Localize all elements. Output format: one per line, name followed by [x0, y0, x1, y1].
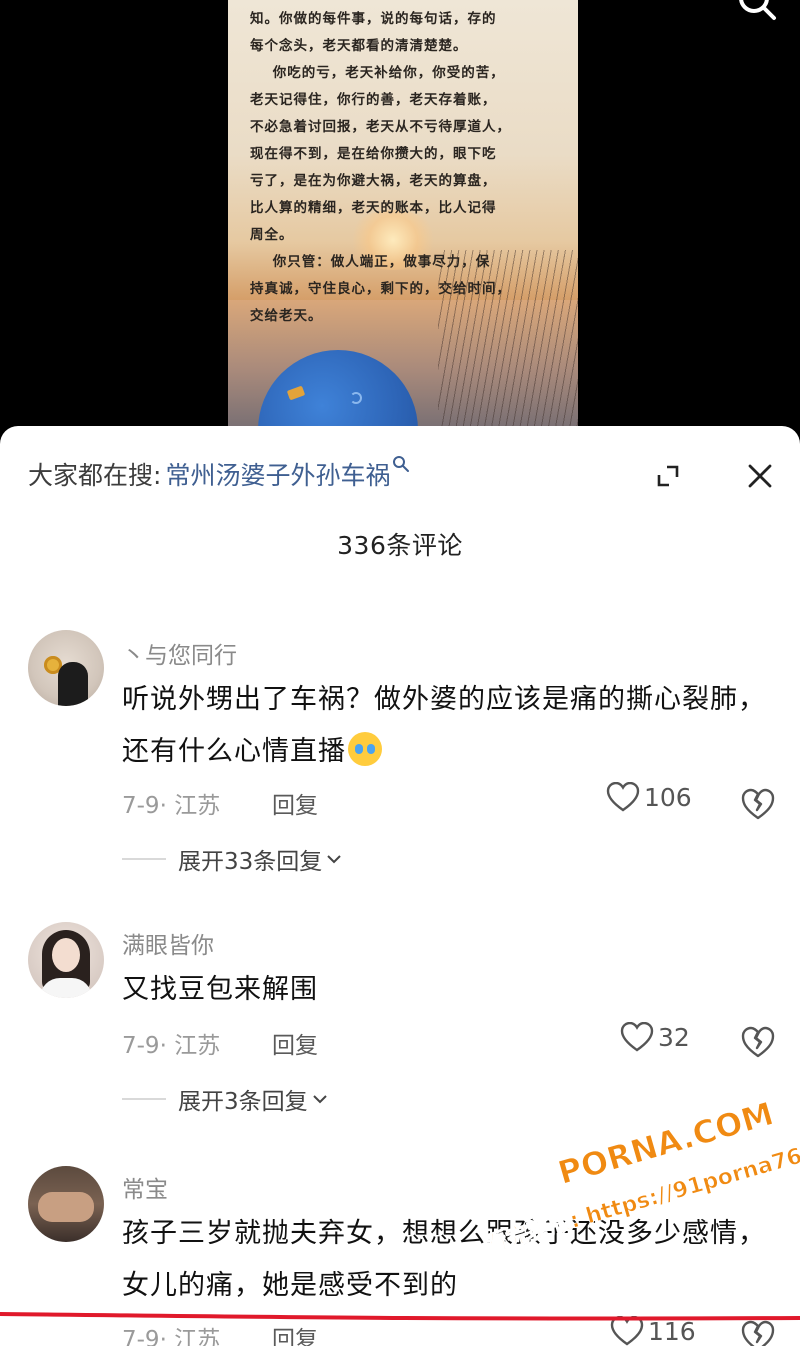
- reply-button[interactable]: 回复: [272, 786, 318, 820]
- sticker-moon: [350, 392, 362, 404]
- comment-text-body: 听说外甥出了车祸？做外婆的应该是痛的撕心裂肺，还有什么心情直播: [122, 684, 766, 767]
- like-count: 32: [658, 1022, 690, 1052]
- video-player[interactable]: 知。你做的每件事，说的每句话，存的 每个念头，老天都看的清清楚楚。 你吃的亏，老…: [0, 0, 800, 440]
- like-button[interactable]: 32: [620, 1022, 690, 1052]
- broken-heart-icon[interactable]: [740, 786, 776, 822]
- comment-username[interactable]: 常宝: [122, 1170, 168, 1204]
- like-button[interactable]: 106: [606, 782, 692, 812]
- video-frame: 知。你做的每件事，说的每句话，存的 每个念头，老天都看的清清楚楚。 你吃的亏，老…: [228, 0, 578, 440]
- hot-search-prefix: 大家都在搜:: [28, 461, 162, 490]
- poem-line: 亏了，是在为你避大祸，老天的算盘，: [250, 173, 497, 189]
- chevron-down-icon: [312, 1095, 327, 1104]
- broken-heart-icon[interactable]: [740, 1024, 776, 1060]
- poem-line: 比人算的精细，老天的账本，比人记得: [250, 200, 497, 216]
- sticker-leaf: [286, 385, 306, 401]
- crying-emoji-icon: [348, 732, 382, 766]
- poem-text: 知。你做的每件事，说的每句话，存的 每个念头，老天都看的清清楚楚。 你吃的亏，老…: [250, 6, 560, 330]
- search-icon: [393, 456, 410, 472]
- divider: [122, 858, 166, 860]
- app-screen: 知。你做的每件事，说的每句话，存的 每个念头，老天都看的清清楚楚。 你吃的亏，老…: [0, 0, 800, 1346]
- poem-line: 老天记得住，你行的善，老天存着账，: [250, 92, 497, 108]
- close-icon: [748, 464, 772, 488]
- poem-line: 每个念头，老天都看的清清楚楚。: [250, 38, 468, 54]
- avatar-face: [52, 938, 80, 972]
- hot-search-term[interactable]: 常州汤婆子外孙车祸: [165, 456, 390, 492]
- poem-line: 不必急着讨回报，老天从不亏待厚道人，: [250, 119, 511, 135]
- avatar-hands: [38, 1192, 94, 1222]
- like-count: 106: [644, 782, 692, 812]
- expand-replies-button[interactable]: 展开33条回复: [122, 842, 342, 876]
- divider: [122, 1098, 166, 1100]
- comment-count: 336条评论: [337, 531, 463, 560]
- comment-username[interactable]: 丶与您同行: [122, 636, 237, 670]
- comment-date-location: 7-9· 江苏: [122, 793, 221, 819]
- poem-line: 周全。: [250, 227, 294, 243]
- fullscreen-button[interactable]: [650, 458, 686, 494]
- comment-date-location: 7-9· 江苏: [122, 1033, 221, 1059]
- avatar-figure: [58, 662, 88, 706]
- comment-username[interactable]: 满眼皆你: [122, 926, 214, 960]
- close-button[interactable]: [740, 456, 780, 496]
- hot-search-bar[interactable]: 大家都在搜: 常州汤婆子外孙车祸: [28, 456, 410, 492]
- red-underline-annotation: [0, 1312, 800, 1321]
- comment-text: 又找豆包来解围: [122, 974, 318, 1005]
- avatar[interactable]: [28, 922, 104, 998]
- expand-replies-label: 展开3条回复: [178, 1089, 308, 1115]
- poem-line: 持真诚，守住良心，剩下的，交给时间，: [250, 281, 511, 297]
- avatar[interactable]: [28, 1166, 104, 1242]
- avatar[interactable]: [28, 630, 104, 706]
- expand-replies-label: 展开33条回复: [178, 849, 323, 875]
- poem-line: 知。你做的每件事，说的每句话，存的: [250, 11, 497, 27]
- reply-button[interactable]: 回复: [272, 1026, 318, 1060]
- heart-icon: [620, 1022, 654, 1052]
- search-icon[interactable]: [734, 0, 778, 28]
- poem-line: 你吃的亏，老天补给你，你受的苦，: [250, 65, 505, 81]
- poem-line: 你只管：做人端正，做事尽力，保: [250, 254, 491, 270]
- comment-text: 听说外甥出了车祸？做外婆的应该是痛的撕心裂肺，还有什么心情直播: [122, 674, 782, 778]
- chevron-down-icon: [327, 855, 341, 864]
- heart-icon: [606, 782, 640, 812]
- poem-line: 现在得不到，是在给你攒大的，眼下吃: [250, 146, 497, 162]
- expand-icon: [657, 465, 679, 487]
- poem-line: 交给老天。: [250, 308, 323, 324]
- expand-replies-button[interactable]: 展开3条回复: [122, 1082, 328, 1116]
